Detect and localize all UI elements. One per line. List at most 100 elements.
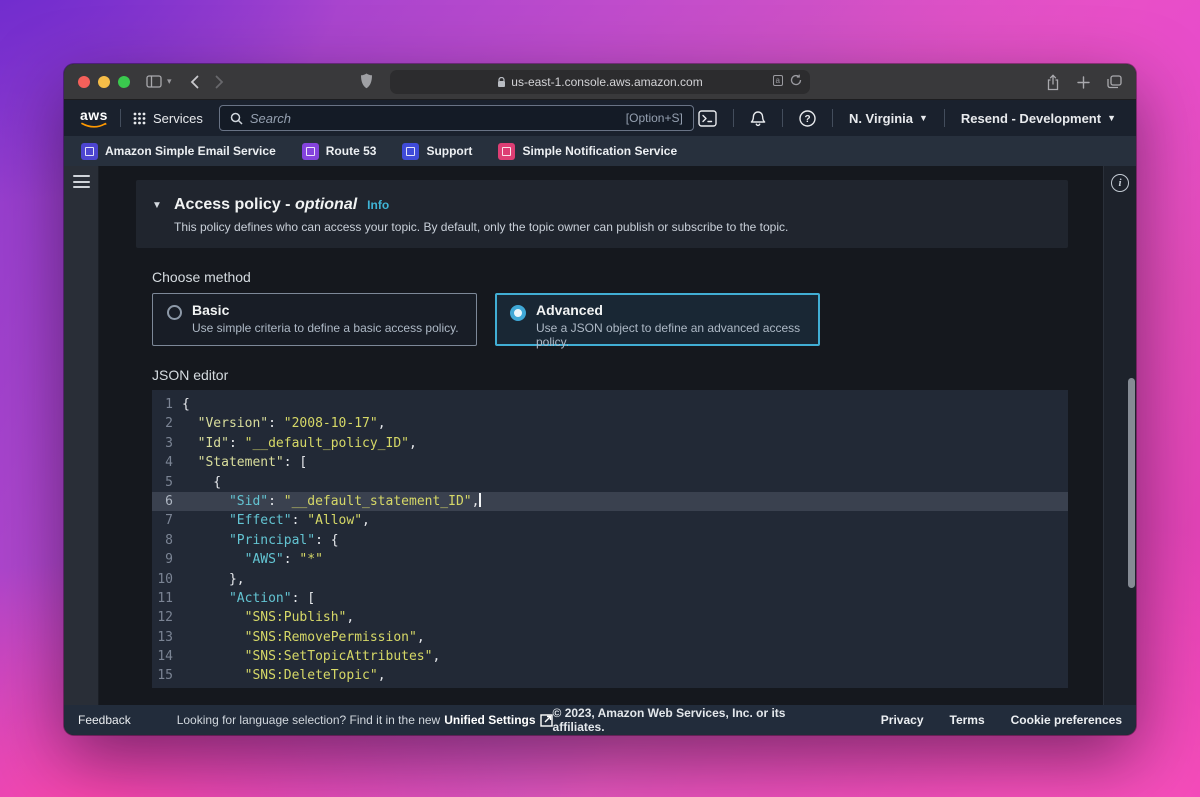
json-editor[interactable]: 1{2 "Version": "2008-10-17",3 "Id": "__d… [152,390,1068,688]
aws-smile-icon [81,122,107,129]
sidebar-menu-chevron-icon[interactable]: ▾ [167,76,172,87]
section-description: This policy defines who can access your … [174,220,1052,234]
copyright-text: © 2023, Amazon Web Services, Inc. or its… [553,706,841,734]
fullscreen-button[interactable] [118,76,130,88]
access-policy-section-header: ▼ Access policy - optional Info This pol… [136,180,1068,248]
choose-method-label: Choose method [152,269,1068,285]
search-shortcut: [Option+S] [626,111,683,125]
text-cursor [479,493,481,507]
line-number: 8 [152,531,182,550]
browser-toolbar: ▾ us-east-1.console.aws.amazon.com a [64,64,1136,100]
console-search[interactable]: [Option+S] [219,105,694,131]
code-line[interactable]: 12 "SNS:Publish", [152,608,1068,627]
basic-method-card[interactable]: Basic Use simple criteria to define a ba… [152,293,477,346]
new-tab-button[interactable] [1077,76,1090,89]
search-icon [230,112,243,125]
help-button[interactable]: ? [795,110,820,127]
code-line[interactable]: 13 "SNS:RemovePermission", [152,628,1068,647]
search-input[interactable] [250,111,619,126]
code-line[interactable]: 14 "SNS:SetTopicAttributes", [152,647,1068,666]
notifications-bell-button[interactable] [746,110,770,127]
translate-icon[interactable]: a [773,75,783,86]
line-number: 1 [152,395,182,414]
advanced-method-card[interactable]: Advanced Use a JSON object to define an … [495,293,820,346]
favorites-bar: Amazon Simple Email Service Route 53 Sup… [64,136,1136,166]
line-number: 11 [152,589,182,608]
menu-toggle-button[interactable] [73,175,90,188]
info-link[interactable]: Info [367,198,389,212]
info-panel-button[interactable]: i [1111,174,1129,192]
route53-service-icon [302,143,319,160]
region-selector[interactable]: N. Virginia ▼ [845,111,932,126]
line-number: 2 [152,414,182,433]
code-line[interactable]: 3 "Id": "__default_policy_ID", [152,434,1068,453]
ses-service-icon [81,143,98,160]
line-number: 12 [152,608,182,627]
address-bar[interactable]: us-east-1.console.aws.amazon.com a [390,70,810,94]
line-number: 5 [152,473,182,492]
code-line[interactable]: 9 "AWS": "*" [152,550,1068,569]
line-number: 9 [152,550,182,569]
advanced-radio-button[interactable] [510,305,526,321]
browser-window: ▾ us-east-1.console.aws.amazon.com a [64,64,1136,735]
code-line[interactable]: 2 "Version": "2008-10-17", [152,414,1068,433]
language-hint: Looking for language selection? Find it … [177,713,553,727]
code-line[interactable]: 7 "Effect": "Allow", [152,511,1068,530]
reload-button[interactable] [790,74,802,86]
favorite-ses[interactable]: Amazon Simple Email Service [81,143,276,160]
grid-icon [133,112,146,125]
vertical-scrollbar[interactable] [1128,378,1135,588]
line-number: 7 [152,511,182,530]
unified-settings-link[interactable]: Unified Settings [444,713,535,727]
json-editor-lines: 1{2 "Version": "2008-10-17",3 "Id": "__d… [152,395,1068,686]
line-number: 14 [152,647,182,666]
favorite-route53[interactable]: Route 53 [302,143,377,160]
cookie-preferences-link[interactable]: Cookie preferences [1011,713,1122,727]
page-content: ▼ Access policy - optional Info This pol… [64,166,1136,705]
chevron-down-icon: ▼ [919,113,928,123]
region-label: N. Virginia [849,111,913,126]
privacy-shield-icon[interactable] [360,73,373,89]
code-line[interactable]: 1{ [152,395,1068,414]
minimize-button[interactable] [98,76,110,88]
side-navigation-collapsed [64,166,99,705]
console-footer: Feedback Looking for language selection?… [64,705,1136,735]
share-button[interactable] [1046,74,1060,91]
terms-link[interactable]: Terms [950,713,985,727]
basic-radio-button[interactable] [167,305,182,320]
sns-service-icon [498,143,515,160]
url-text: us-east-1.console.aws.amazon.com [511,75,702,89]
services-label: Services [153,111,203,126]
back-button[interactable] [190,75,199,89]
line-number: 4 [152,453,182,472]
code-line[interactable]: 11 "Action": [ [152,589,1068,608]
support-service-icon [402,143,419,160]
line-number: 3 [152,434,182,453]
tab-overview-button[interactable] [1107,75,1122,89]
line-number: 6 [152,492,182,511]
line-number: 13 [152,628,182,647]
forward-button[interactable] [215,75,224,89]
close-button[interactable] [78,76,90,88]
code-line[interactable]: 15 "SNS:DeleteTopic", [152,666,1068,685]
code-line[interactable]: 4 "Statement": [ [152,453,1068,472]
feedback-link[interactable]: Feedback [78,713,131,727]
code-line[interactable]: 6 "Sid": "__default_statement_ID", [152,492,1068,511]
services-menu-button[interactable]: Services [133,111,203,126]
code-line[interactable]: 8 "Principal": { [152,531,1068,550]
cloudshell-button[interactable] [694,110,721,127]
favorite-sns[interactable]: Simple Notification Service [498,143,677,160]
sidebar-toggle-button[interactable] [146,75,162,88]
collapse-triangle-icon[interactable]: ▼ [152,200,164,211]
aws-logo[interactable]: aws [80,108,108,129]
account-label: Resend - Development [961,111,1101,126]
main-content: ▼ Access policy - optional Info This pol… [99,166,1136,705]
lock-icon [497,77,506,88]
line-number: 10 [152,570,182,589]
privacy-link[interactable]: Privacy [881,713,924,727]
section-title: Access policy - optional [174,196,357,214]
account-menu[interactable]: Resend - Development ▼ [957,111,1120,126]
favorite-support[interactable]: Support [402,143,472,160]
code-line[interactable]: 10 }, [152,570,1068,589]
code-line[interactable]: 5 { [152,473,1068,492]
